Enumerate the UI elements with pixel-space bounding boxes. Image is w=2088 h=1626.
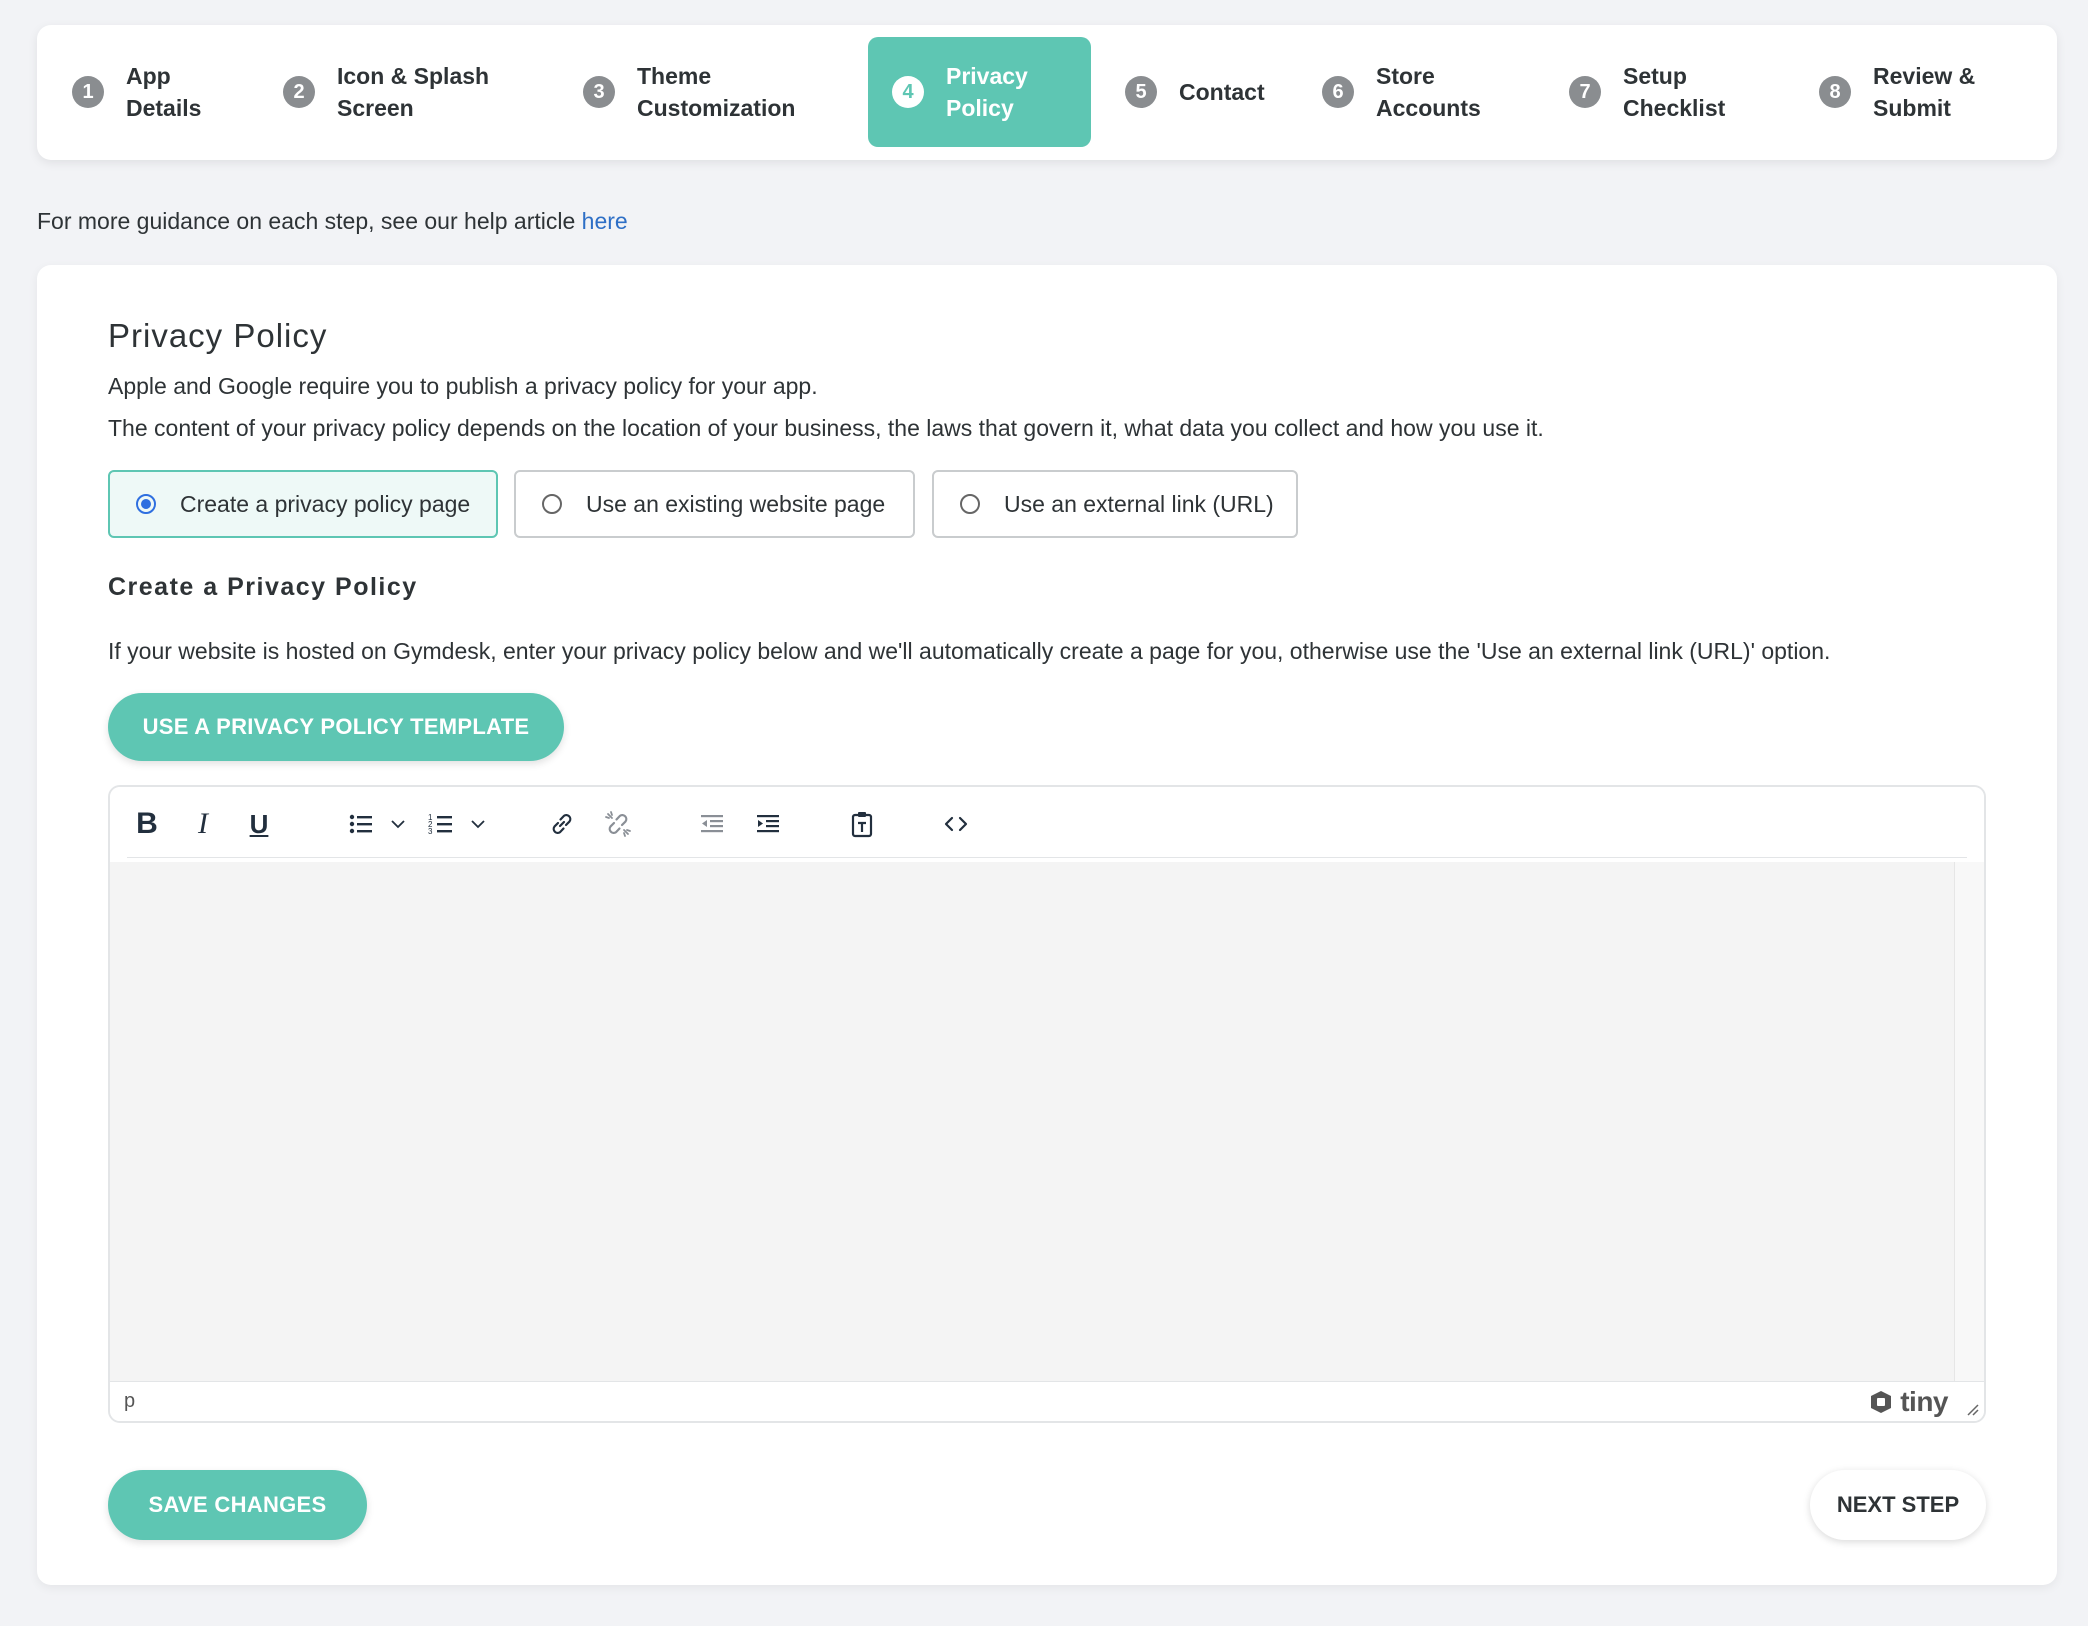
step-label: Store Accounts	[1376, 63, 1481, 121]
chevron-down-icon	[471, 820, 485, 829]
editor-statusbar: p tiny	[110, 1381, 1984, 1421]
resize-handle-icon[interactable]	[1964, 1401, 1980, 1417]
toolbar-divider	[127, 857, 1967, 858]
step-number: 4	[892, 76, 924, 108]
remove-link-button[interactable]	[599, 805, 637, 843]
bullet-list-icon	[349, 814, 372, 834]
step-label: Privacy Policy	[946, 63, 1028, 121]
italic-button[interactable]: I	[184, 805, 222, 843]
step-label: Setup Checklist	[1623, 63, 1726, 121]
step-number: 3	[583, 76, 615, 108]
outdent-button[interactable]	[693, 805, 731, 843]
step-number: 7	[1569, 76, 1601, 108]
bullet-list-dropdown[interactable]	[386, 809, 410, 839]
step-label: Theme Customization	[637, 63, 796, 121]
step-label: Contact	[1179, 79, 1265, 105]
step-label: Icon & Splash Screen	[337, 63, 490, 121]
use-template-button[interactable]: USE A PRIVACY POLICY TEMPLATE	[108, 693, 564, 761]
step-number: 6	[1322, 76, 1354, 108]
bold-button[interactable]: B	[128, 805, 166, 843]
step-number: 2	[283, 76, 315, 108]
option-label: Use an external link (URL)	[1004, 490, 1274, 517]
indent-button[interactable]	[749, 805, 787, 843]
description-line-2: The content of your privacy policy depen…	[108, 415, 1544, 441]
radio-selected-icon	[136, 494, 156, 514]
link-icon	[552, 814, 572, 834]
help-text-label: For more guidance on each step, see our …	[37, 208, 582, 234]
outdent-icon	[701, 815, 723, 833]
privacy-policy-card: Privacy Policy Apple and Google require …	[37, 265, 2057, 1585]
bold-icon: B	[136, 807, 158, 840]
numbered-list-dropdown[interactable]	[466, 809, 490, 839]
step-theme[interactable]: 3 Theme Customization	[583, 37, 843, 147]
step-contact[interactable]: 5 Contact	[1125, 37, 1285, 147]
option-label: Create a privacy policy page	[180, 490, 471, 517]
tiny-brand-text: tiny	[1900, 1386, 1948, 1417]
underline-button[interactable]: U	[240, 805, 278, 843]
option-existing-page[interactable]: Use an existing website page	[514, 470, 915, 538]
step-icon-splash[interactable]: 2 Icon & Splash Screen	[283, 37, 523, 147]
step-number: 5	[1125, 76, 1157, 108]
option-label: Use an existing website page	[586, 490, 886, 517]
step-label: App Details	[126, 63, 202, 121]
section-subtitle: Create a Privacy Policy	[108, 573, 418, 601]
page-title: Privacy Policy	[108, 317, 328, 354]
chevron-down-icon	[391, 820, 405, 829]
section-info: If your website is hosted on Gymdesk, en…	[108, 638, 1831, 664]
wizard-stepper: 1 App Details 2 Icon & Splash Screen 3 T…	[37, 25, 2057, 160]
clipboard-text-icon	[851, 812, 873, 838]
step-label: Review & Submit	[1873, 63, 1976, 121]
editor-scrollbar[interactable]	[1954, 862, 1984, 1381]
step-number: 8	[1819, 76, 1851, 108]
paste-as-text-button[interactable]	[843, 805, 881, 843]
step-app-details[interactable]: 1 App Details	[72, 37, 232, 147]
insert-link-button[interactable]	[543, 805, 581, 843]
source-code-button[interactable]	[937, 805, 975, 843]
italic-icon: I	[198, 807, 208, 840]
numbered-list-icon: 1 2 3	[428, 813, 452, 836]
bullet-list-button[interactable]	[342, 805, 380, 843]
editor-content-area[interactable]	[110, 862, 1954, 1381]
option-external-link[interactable]: Use an external link (URL)	[932, 470, 1298, 538]
step-store-accounts[interactable]: 6 Store Accounts	[1322, 37, 1502, 147]
unlink-icon	[605, 811, 631, 837]
step-number: 1	[72, 76, 104, 108]
help-article-link[interactable]: here	[582, 208, 628, 234]
step-setup-checklist[interactable]: 7 Setup Checklist	[1569, 37, 1759, 147]
tiny-logo-icon	[1871, 1391, 1892, 1413]
description-line-1: Apple and Google require you to publish …	[108, 373, 818, 399]
numbered-list-button[interactable]: 1 2 3	[422, 805, 460, 843]
indent-icon	[757, 815, 779, 833]
option-create-page[interactable]: Create a privacy policy page	[108, 470, 498, 538]
code-icon	[944, 816, 968, 832]
step-review-submit[interactable]: 8 Review & Submit	[1819, 37, 2009, 147]
element-path[interactable]: p	[124, 1390, 135, 1413]
step-privacy-policy[interactable]: 4 Privacy Policy	[868, 37, 1091, 147]
svg-text:3: 3	[428, 827, 433, 836]
radio-icon	[542, 494, 562, 514]
rich-text-editor: B I U 1 2 3 p tiny	[108, 785, 1986, 1423]
radio-icon	[960, 494, 980, 514]
save-changes-button[interactable]: SAVE CHANGES	[108, 1470, 367, 1540]
editor-toolbar: B I U 1 2 3	[110, 787, 1984, 862]
next-step-button[interactable]: NEXT STEP	[1810, 1470, 1986, 1540]
underline-icon: U	[249, 808, 269, 839]
tiny-logo[interactable]: tiny	[1868, 1386, 1948, 1418]
help-text: For more guidance on each step, see our …	[37, 208, 628, 235]
